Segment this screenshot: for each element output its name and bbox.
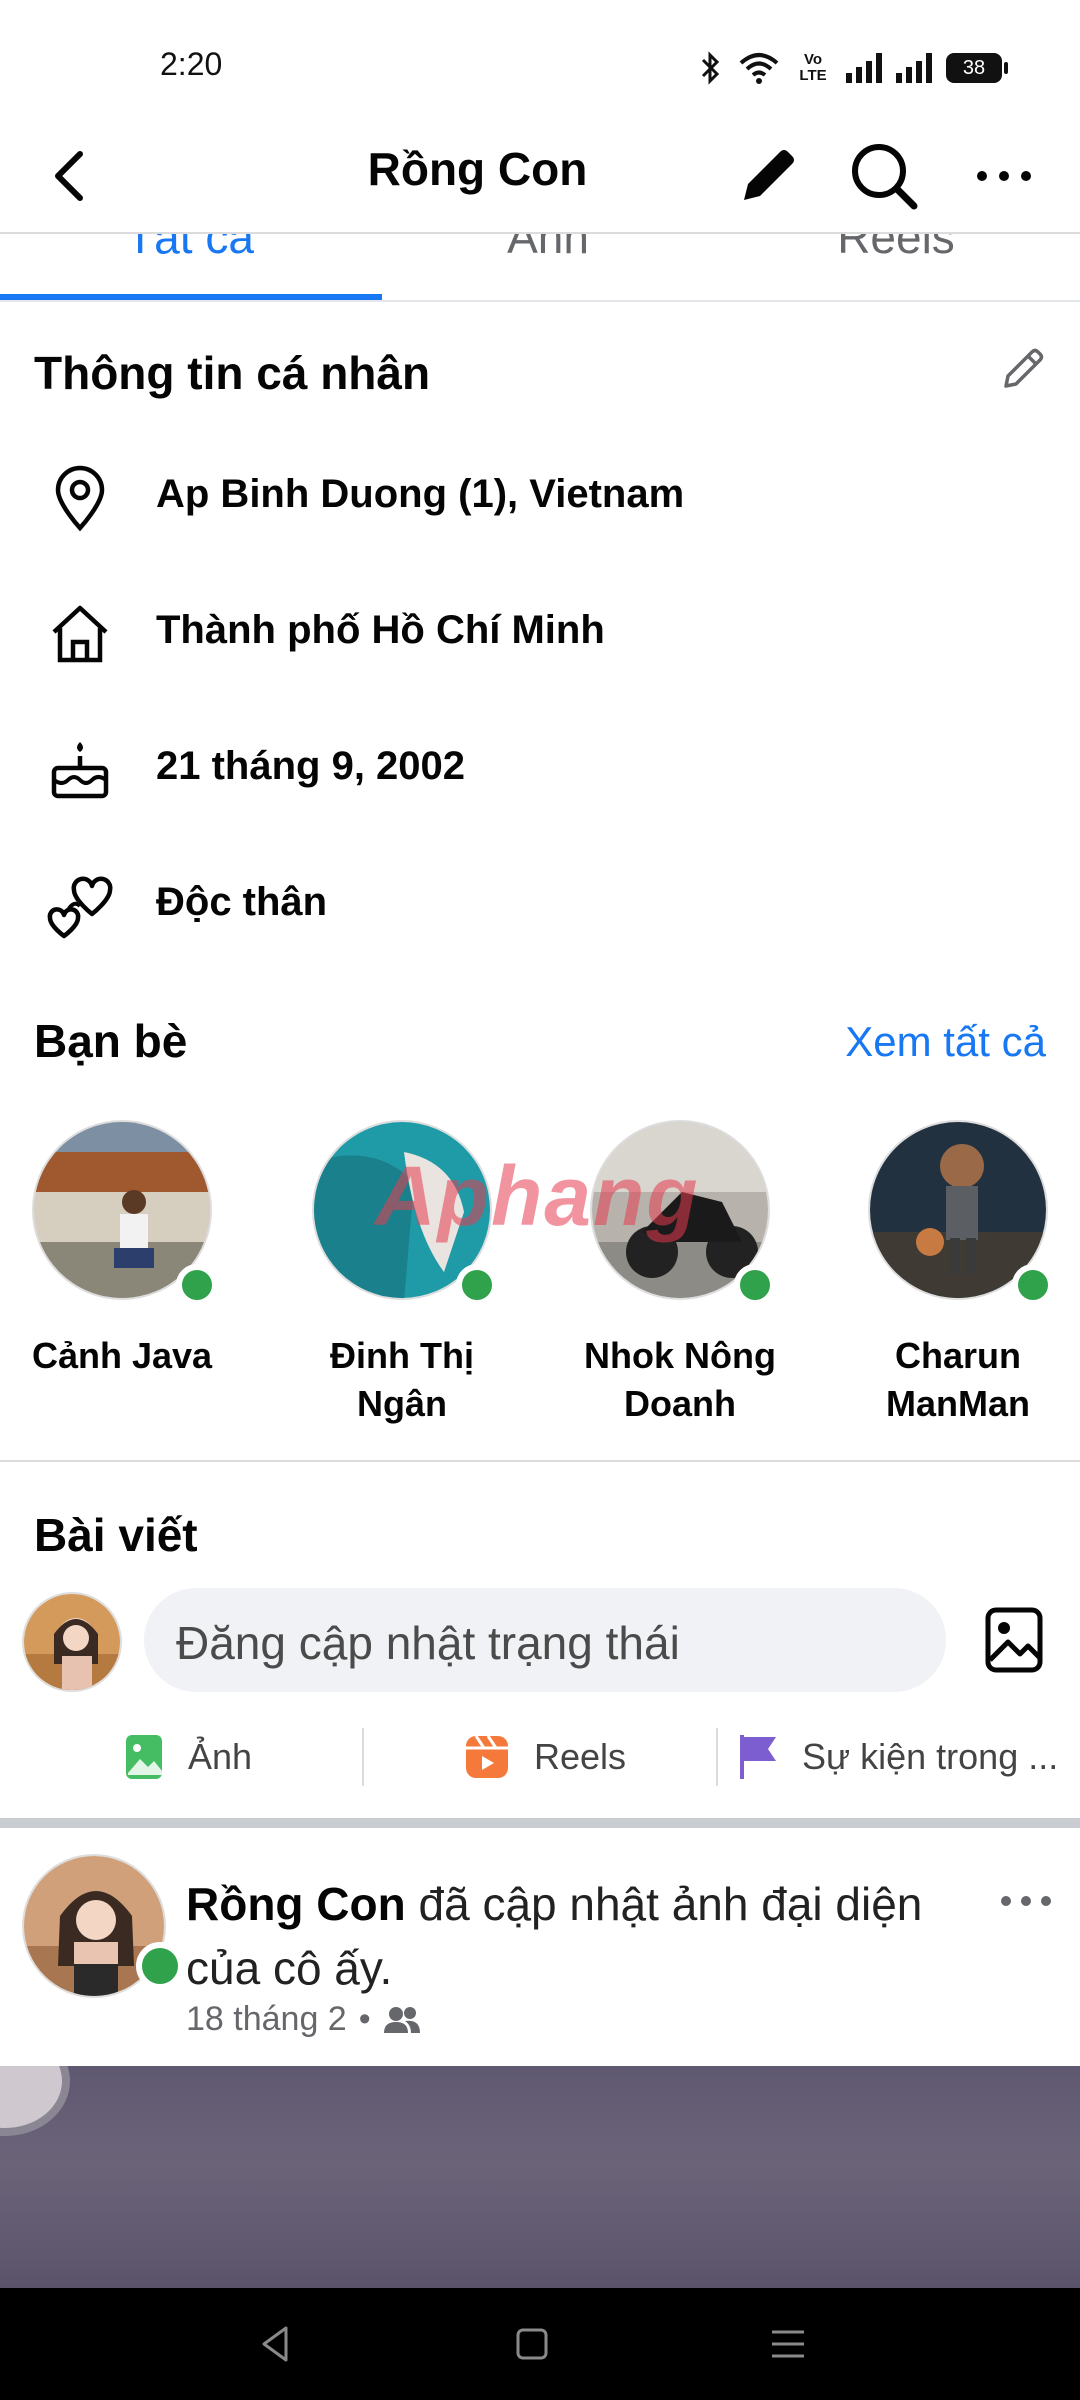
- pencil-icon[interactable]: [730, 138, 806, 214]
- post-headline: Rồng Con đã cập nhật ảnh đại diện của cô…: [186, 1872, 966, 2000]
- tab-all[interactable]: Tất cả: [10, 234, 370, 264]
- status-time: 2:20: [160, 46, 223, 82]
- volte-label: Vo LTE: [799, 51, 827, 84]
- online-indicator: [734, 1264, 776, 1306]
- flag-icon: [740, 1735, 776, 1779]
- tab-reels[interactable]: Reels: [716, 234, 1076, 264]
- photo-action-button[interactable]: Ảnh: [124, 1722, 252, 1792]
- info-birthday-text: 21 tháng 9, 2002: [156, 744, 466, 788]
- profile-tabs: Tất cả Ảnh Reels: [0, 234, 1080, 302]
- location-pin-icon: [55, 465, 105, 532]
- wifi-icon: [739, 53, 779, 84]
- friend-name[interactable]: Nhok Nông Doanh: [560, 1332, 800, 1428]
- signal-icon: [846, 53, 882, 83]
- search-icon[interactable]: [846, 138, 922, 214]
- status-update-placeholder: Đăng cập nhật trạng thái: [176, 1617, 680, 1669]
- photo-action-label: Ảnh: [188, 1736, 253, 1777]
- online-indicator: [456, 1264, 498, 1306]
- tab-photos[interactable]: Ảnh: [368, 234, 728, 264]
- posts-title: Bài viết: [34, 1509, 198, 1561]
- post-author-name[interactable]: Rồng Con: [186, 1878, 406, 1930]
- info-relationship-text: Độc thân: [156, 880, 328, 924]
- reels-action-label: Reels: [534, 1736, 627, 1777]
- event-action-label: Sự kiện trong ...: [802, 1736, 1059, 1777]
- watermark-logo: Aphang: [375, 1149, 700, 1243]
- online-indicator: [136, 1942, 184, 1990]
- action-divider: [362, 1728, 364, 1786]
- friends-title: Bạn bè: [34, 1015, 188, 1067]
- status-update-input[interactable]: Đăng cập nhật trạng thái: [144, 1588, 946, 1692]
- meta-separator: •: [358, 2000, 371, 2038]
- friend-name[interactable]: Charun ManMan: [838, 1332, 1078, 1428]
- profile-title: Rồng Con: [367, 143, 588, 195]
- info-row-birthday: 21 tháng 9, 2002: [0, 716, 1080, 816]
- add-photo-icon[interactable]: [982, 1604, 1046, 1676]
- post-image[interactable]: [0, 2066, 1080, 2288]
- hearts-icon: [47, 876, 113, 939]
- photo-icon: [126, 1735, 162, 1779]
- info-location-text: Ap Binh Duong (1), Vietnam: [156, 472, 685, 516]
- nav-back-icon[interactable]: [246, 2314, 306, 2374]
- info-row-hometown: Thành phố Hồ Chí Minh: [0, 580, 1080, 680]
- birthday-cake-icon: [51, 742, 109, 799]
- info-hometown-text: Thành phố Hồ Chí Minh: [156, 608, 605, 652]
- friend-name[interactable]: Đinh Thị Ngân: [282, 1332, 522, 1428]
- friends-icon: [383, 2006, 420, 2033]
- action-divider: [716, 1728, 718, 1786]
- system-nav-bar: [0, 2288, 1080, 2400]
- edit-info-pencil-icon[interactable]: [998, 344, 1048, 394]
- section-divider: [0, 1460, 1080, 1462]
- home-icon: [52, 605, 108, 663]
- battery-level: 38: [962, 56, 986, 79]
- nav-home-icon[interactable]: [502, 2314, 562, 2374]
- more-options-icon[interactable]: [966, 138, 1042, 214]
- nav-recents-icon[interactable]: [758, 2314, 818, 2374]
- signal-icon-2: [896, 53, 932, 83]
- info-row-relationship: Độc thân: [0, 852, 1080, 952]
- info-row-location: Ap Binh Duong (1), Vietnam: [0, 444, 1080, 544]
- post-meta: 18 tháng 2 •: [186, 2000, 421, 2039]
- tabs-divider: [0, 300, 1080, 302]
- online-indicator: [1012, 1264, 1054, 1306]
- event-action-button[interactable]: Sự kiện trong ...: [738, 1722, 1058, 1792]
- post-more-options-icon[interactable]: [996, 1886, 1056, 1916]
- top-bar: Rồng Con: [0, 118, 1080, 234]
- post-image-detail: [0, 2066, 70, 2136]
- post-date[interactable]: 18 tháng 2: [186, 2000, 347, 2039]
- battery-icon: 38: [946, 53, 1008, 83]
- bluetooth-icon: [701, 51, 720, 85]
- see-all-friends-link[interactable]: Xem tất cả: [845, 1018, 1046, 1066]
- status-icons: Vo LTE 38: [698, 48, 1008, 88]
- friend-name[interactable]: Cảnh Java: [2, 1332, 242, 1380]
- personal-info-title: Thông tin cá nhân: [34, 347, 431, 399]
- reels-icon: [466, 1735, 508, 1778]
- composer-avatar[interactable]: [22, 1592, 122, 1692]
- feed-divider: [0, 1818, 1080, 1828]
- online-indicator: [176, 1264, 218, 1306]
- status-bar: 2:20 Vo LTE 38: [0, 0, 1080, 118]
- reels-action-button[interactable]: Reels: [464, 1722, 626, 1792]
